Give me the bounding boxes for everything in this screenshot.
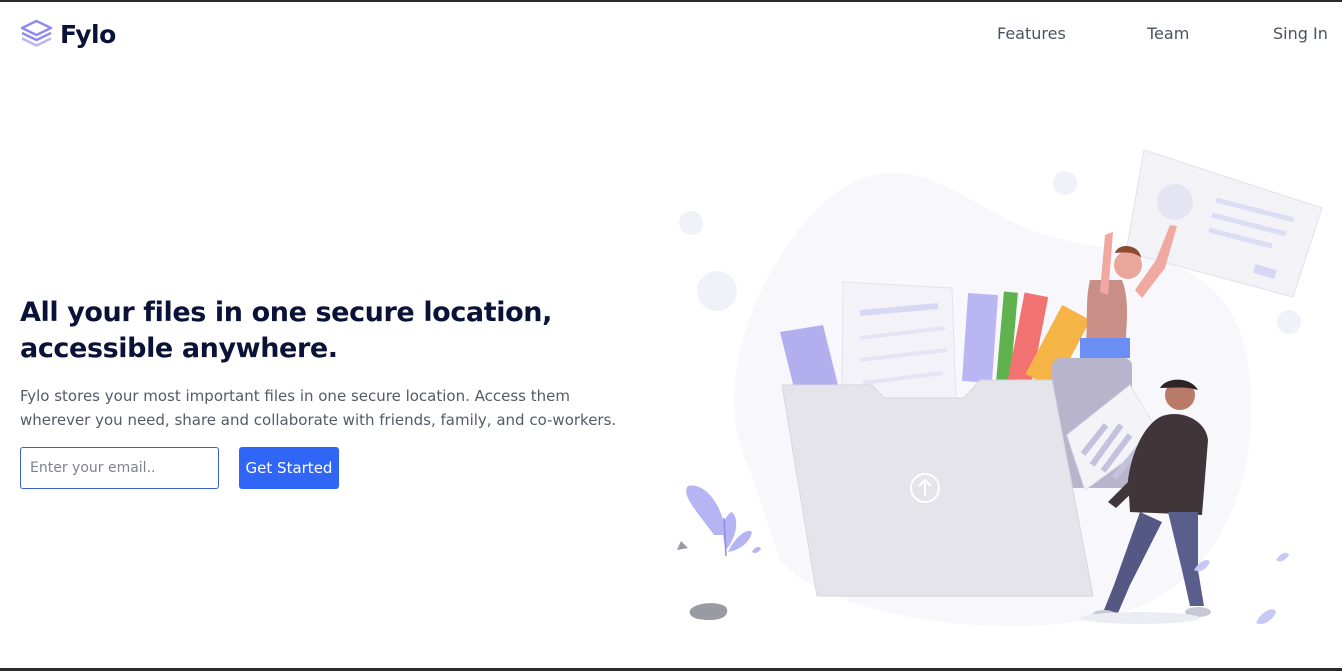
floating-circle [697, 271, 737, 311]
floating-circle [1053, 171, 1077, 195]
hero-headline-line-2: accessible anywhere. [20, 333, 338, 364]
hero-description-line-1: Fylo stores your most important files in… [20, 387, 570, 405]
stone-decoration [677, 541, 688, 550]
nav-link-team[interactable]: Team [1147, 24, 1189, 43]
ground-shadow [1080, 612, 1200, 624]
plant-decoration [686, 485, 752, 557]
hero-headline: All your files in one secure location, a… [20, 295, 580, 367]
folder [781, 379, 1094, 597]
hero-description-line-2: wherever you need, share and collaborate… [20, 411, 617, 429]
leaf-decoration [1256, 609, 1276, 624]
hero-illustration [677, 149, 1323, 626]
email-input[interactable] [20, 447, 219, 489]
hero-headline-line-1: All your files in one secure location, [20, 297, 552, 328]
floating-circle [679, 211, 703, 235]
window-top-border [0, 0, 1342, 2]
hero-description: Fylo stores your most important files in… [20, 384, 620, 432]
top-nav: Features Team Sing In [0, 24, 1342, 46]
get-started-button[interactable]: Get Started [239, 447, 339, 489]
floating-circle [1277, 310, 1301, 334]
leaf-decoration [752, 547, 761, 553]
nav-link-sign-in[interactable]: Sing In [1273, 24, 1328, 43]
nav-link-features[interactable]: Features [997, 24, 1066, 43]
leaf-decoration [1276, 552, 1289, 562]
stone-decoration [689, 603, 728, 620]
